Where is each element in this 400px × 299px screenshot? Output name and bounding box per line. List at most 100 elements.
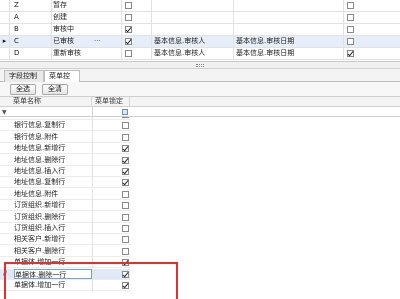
menu-lock-cell[interactable] bbox=[92, 131, 130, 143]
select-all-button[interactable]: 全选 bbox=[10, 84, 36, 95]
status-check-cell[interactable] bbox=[122, 12, 152, 24]
status-name-cell[interactable]: 已审核 bbox=[52, 36, 122, 48]
lock-checkbox[interactable] bbox=[122, 179, 129, 187]
menu-lock-cell[interactable] bbox=[92, 166, 130, 177]
checkbox[interactable] bbox=[347, 26, 354, 33]
checkbox[interactable] bbox=[125, 2, 132, 9]
status-row[interactable]: B 审核中 bbox=[0, 24, 400, 36]
filter-checkbox[interactable] bbox=[122, 109, 128, 115]
menu-lock-cell[interactable] bbox=[92, 245, 130, 257]
status-check-cell[interactable] bbox=[122, 24, 152, 36]
checkbox[interactable] bbox=[125, 50, 132, 57]
splitter-grip-icon[interactable] bbox=[196, 64, 204, 67]
status-code-cell[interactable]: B bbox=[10, 24, 52, 36]
tab-field-control[interactable]: 字段控制 bbox=[4, 70, 44, 82]
status-check-cell[interactable] bbox=[122, 48, 152, 60]
ellipsis-button[interactable]: ··· bbox=[92, 36, 108, 48]
status-check2-cell[interactable] bbox=[344, 12, 400, 24]
approve-date-field-cell[interactable] bbox=[234, 0, 344, 12]
menu-lock-cell[interactable] bbox=[92, 268, 130, 280]
lock-checkbox[interactable] bbox=[122, 156, 129, 164]
status-check-cell[interactable] bbox=[122, 36, 152, 48]
lock-checkbox[interactable] bbox=[122, 259, 129, 267]
status-check2-cell[interactable] bbox=[344, 48, 400, 60]
menu-name-cell[interactable]: 相关客户.删除行 bbox=[14, 246, 92, 257]
status-name-cell[interactable]: 暂存 bbox=[52, 0, 122, 12]
lock-checkbox[interactable] bbox=[122, 225, 129, 232]
approver-field-cell[interactable] bbox=[152, 12, 234, 24]
approver-field-cell[interactable] bbox=[152, 0, 234, 12]
status-name-cell[interactable]: 创建 bbox=[52, 12, 122, 24]
menu-name-cell[interactable]: 地址信息.删除行 bbox=[14, 155, 92, 166]
status-code-cell[interactable]: Z bbox=[10, 0, 52, 12]
menu-lock-cell[interactable] bbox=[92, 223, 130, 234]
table-row[interactable]: 订货组织.新增行 bbox=[0, 200, 130, 212]
table-row[interactable]: 银行信息.附件 bbox=[0, 131, 130, 143]
menu-lock-cell[interactable] bbox=[92, 211, 130, 223]
table-row[interactable]: 相关客户.新增行 bbox=[0, 234, 130, 246]
table-row[interactable]: 地址信息.复制行 bbox=[0, 177, 130, 189]
menu-lock-cell[interactable] bbox=[92, 234, 130, 246]
status-name-cell[interactable]: 审核中 bbox=[52, 24, 122, 36]
table-row[interactable]: 单据体.增加一行 bbox=[0, 257, 130, 269]
checkbox[interactable] bbox=[125, 26, 132, 33]
status-code-cell[interactable]: A bbox=[10, 12, 52, 24]
menu-lock-cell[interactable] bbox=[92, 188, 130, 200]
table-row[interactable]: 地址信息.附件 bbox=[0, 188, 130, 200]
checkbox[interactable] bbox=[125, 14, 132, 21]
menu-name-cell[interactable]: 订货组织.新增行 bbox=[14, 200, 92, 211]
lock-checkbox[interactable] bbox=[122, 282, 129, 289]
table-row[interactable]: // 单据体.删除一行 bbox=[0, 268, 130, 280]
approve-date-field-cell[interactable] bbox=[234, 12, 344, 24]
menu-name-cell[interactable]: 订货组织.插入行 bbox=[14, 223, 92, 234]
lock-checkbox[interactable] bbox=[122, 247, 129, 255]
approve-date-field-cell[interactable]: 基本信息.审核日期 bbox=[234, 36, 344, 48]
checkbox[interactable] bbox=[347, 2, 354, 9]
table-row[interactable]: 银行信息.复制行 bbox=[0, 120, 130, 132]
checkbox[interactable] bbox=[125, 38, 132, 45]
menu-lock-cell[interactable] bbox=[92, 154, 130, 166]
menu-lock-cell[interactable] bbox=[92, 177, 130, 189]
lock-checkbox[interactable] bbox=[122, 190, 129, 198]
status-code-cell[interactable]: D bbox=[10, 48, 52, 60]
checkbox[interactable] bbox=[347, 38, 354, 45]
menu-lock-cell[interactable] bbox=[92, 257, 130, 269]
menu-name-cell[interactable]: 地址信息.复制行 bbox=[14, 177, 92, 188]
table-row[interactable]: 地址信息.插入行 bbox=[0, 166, 130, 177]
menu-name-cell[interactable]: 地址信息.新增行 bbox=[14, 143, 92, 154]
column-header-menu-lock[interactable]: 菜单锁定 bbox=[92, 97, 130, 107]
panel-splitter[interactable] bbox=[0, 62, 400, 69]
menu-name-cell[interactable]: 银行信息.附件 bbox=[14, 132, 92, 143]
status-code-cell[interactable]: C bbox=[10, 36, 52, 48]
menu-name-cell[interactable]: 单据体.增加一行 bbox=[14, 257, 92, 268]
menu-lock-cell[interactable] bbox=[92, 200, 130, 212]
menu-name-cell[interactable]: 地址信息.附件 bbox=[14, 189, 92, 200]
lock-checkbox[interactable] bbox=[122, 236, 129, 244]
menu-lock-cell[interactable] bbox=[92, 120, 130, 132]
lock-checkbox[interactable] bbox=[122, 122, 129, 130]
lock-checkbox[interactable] bbox=[122, 145, 129, 153]
lock-checkbox[interactable] bbox=[122, 168, 129, 175]
approver-field-cell[interactable]: 基本信息.审核人 bbox=[152, 36, 234, 48]
table-row[interactable]: 订货组织.删除行 bbox=[0, 211, 130, 223]
table-row[interactable]: 地址信息.新增行 bbox=[0, 143, 130, 155]
clear-all-button[interactable]: 全清 bbox=[42, 84, 68, 95]
table-row[interactable]: 相关客户.删除行 bbox=[0, 245, 130, 257]
approve-date-field-cell[interactable]: 基本信息.审核日期 bbox=[234, 48, 344, 60]
approver-field-cell[interactable] bbox=[152, 24, 234, 36]
menu-name-cell[interactable]: 订货组织.删除行 bbox=[14, 212, 92, 223]
status-check2-cell[interactable] bbox=[344, 36, 400, 48]
checkbox[interactable] bbox=[347, 50, 354, 57]
lock-checkbox[interactable] bbox=[122, 117, 129, 118]
menu-lock-cell[interactable] bbox=[92, 280, 130, 291]
approve-date-field-cell[interactable] bbox=[234, 24, 344, 36]
column-header-menu-name[interactable]: 菜单名称 bbox=[10, 97, 92, 107]
status-check2-cell[interactable] bbox=[344, 24, 400, 36]
status-check2-cell[interactable] bbox=[344, 0, 400, 12]
filter-icon[interactable]: ▼ bbox=[2, 109, 7, 116]
lock-checkbox[interactable] bbox=[122, 270, 129, 278]
menu-name-cell[interactable]: 单据体.删除一行 bbox=[14, 268, 92, 279]
menu-name-cell[interactable]: 地址信息.插入行 bbox=[14, 166, 92, 177]
status-row[interactable]: D 重新审核 基本信息.审核人 基本信息.审核日期 bbox=[0, 48, 400, 60]
status-row[interactable]: A 创建 bbox=[0, 12, 400, 24]
